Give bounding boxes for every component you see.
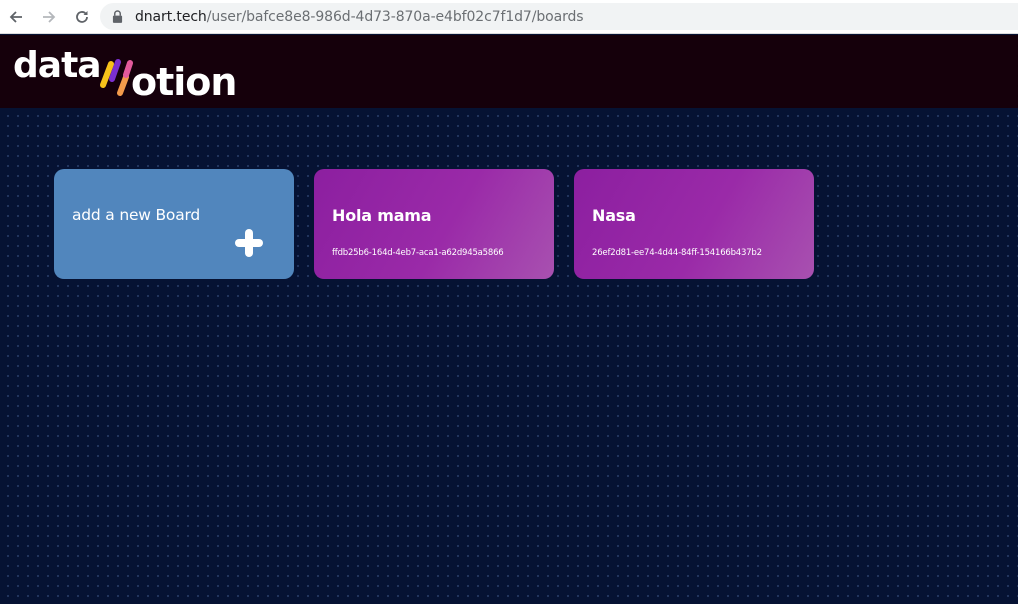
lock-icon bbox=[112, 10, 124, 24]
forward-button[interactable] bbox=[38, 6, 60, 28]
arrow-right-icon bbox=[43, 10, 56, 23]
board-card-hola-mama[interactable]: Hola mama ffdb25b6-164d-4eb7-aca1-a62d94… bbox=[314, 169, 554, 279]
back-button[interactable] bbox=[5, 6, 27, 28]
arrow-left-icon bbox=[9, 10, 22, 23]
reload-button[interactable] bbox=[71, 6, 93, 28]
board-title: Hola mama bbox=[332, 206, 432, 225]
url-domain: dnart.tech bbox=[135, 8, 207, 25]
board-id: 26ef2d81-ee74-4d44-84ff-154166b437b2 bbox=[592, 248, 762, 258]
url-text: dnart.tech/user/bafce8e8-986d-4d73-870a-… bbox=[135, 8, 584, 25]
browser-toolbar: dnart.tech/user/bafce8e8-986d-4d73-870a-… bbox=[0, 0, 1018, 34]
board-id: ffdb25b6-164d-4eb7-aca1-a62d945a5866 bbox=[332, 248, 504, 258]
address-bar[interactable]: dnart.tech/user/bafce8e8-986d-4d73-870a-… bbox=[100, 3, 1018, 30]
logo-m-mark bbox=[100, 59, 133, 96]
datamotion-logo[interactable]: data otion bbox=[13, 44, 237, 104]
logo-text-right: otion bbox=[131, 60, 236, 104]
logo-text-left: data bbox=[13, 45, 101, 86]
reload-icon bbox=[76, 10, 88, 23]
board-title: Nasa bbox=[592, 206, 636, 225]
url-path: /user/bafce8e8-986d-4d73-870a-e4bf02c7f1… bbox=[206, 8, 584, 25]
plus-icon bbox=[235, 229, 263, 257]
board-card-nasa[interactable]: Nasa 26ef2d81-ee74-4d44-84ff-154166b437b… bbox=[574, 169, 814, 279]
add-board-label: add a new Board bbox=[72, 206, 201, 224]
add-board-card[interactable]: add a new Board bbox=[54, 169, 294, 279]
